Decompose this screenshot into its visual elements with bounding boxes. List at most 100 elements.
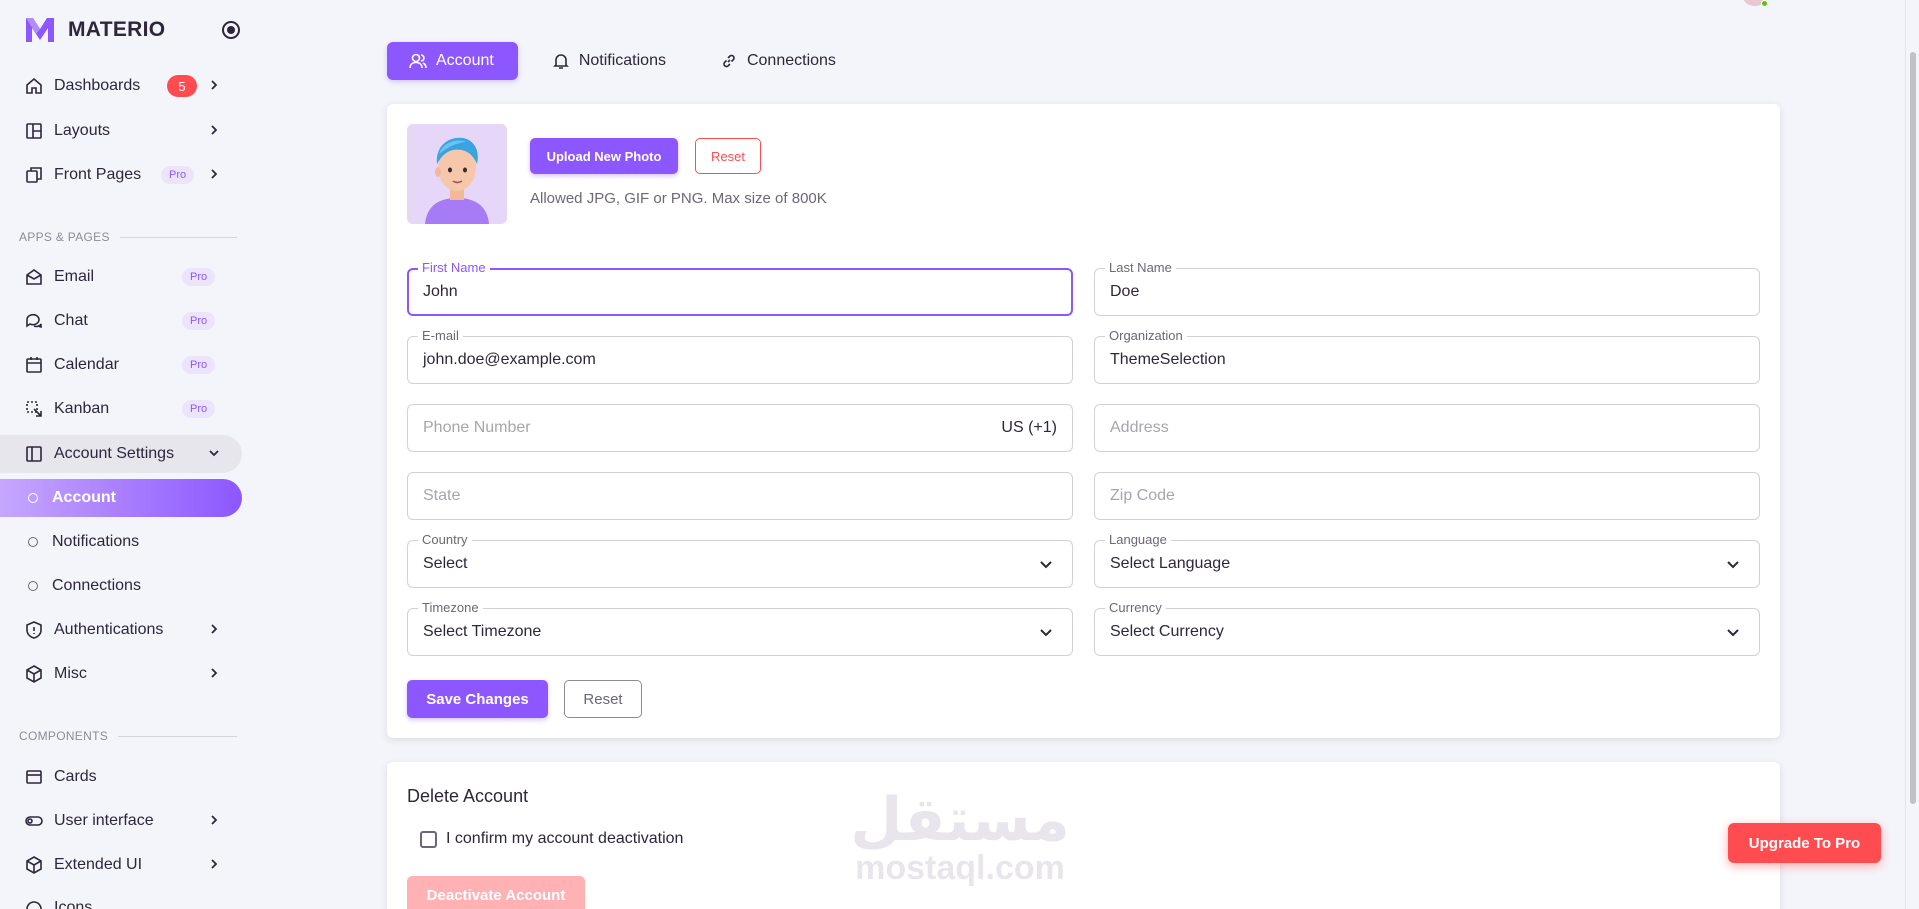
circle-icon xyxy=(28,537,38,547)
tab-account[interactable]: Account xyxy=(387,42,518,80)
email-field[interactable]: E-mail john.doe@example.com xyxy=(407,328,1073,384)
field-placeholder: State xyxy=(423,487,461,504)
materio-logo-icon xyxy=(26,18,54,42)
scrollbar-thumb[interactable] xyxy=(1910,52,1916,804)
sidebar-item-connections[interactable]: Connections xyxy=(0,567,242,605)
field-value: john.doe@example.com xyxy=(423,351,596,368)
field-label: Language xyxy=(1105,532,1171,548)
country-select[interactable]: Country Select xyxy=(407,532,1073,588)
upload-hint: Allowed JPG, GIF or PNG. Max size of 800… xyxy=(530,190,827,207)
sidebar-item-label: Cards xyxy=(54,768,97,785)
sidebar-item-label: Icons xyxy=(54,899,93,909)
circle-icon xyxy=(28,493,38,503)
sidebar-item-dashboards[interactable]: Dashboards 5 xyxy=(0,67,242,105)
home-icon xyxy=(24,76,44,96)
organization-field[interactable]: Organization ThemeSelection xyxy=(1094,328,1760,384)
tab-label: Account xyxy=(436,52,494,69)
select-value: Select Currency xyxy=(1110,623,1224,640)
page-scrollbar[interactable] xyxy=(1905,0,1919,909)
account-details-card: Upload New Photo Reset Allowed JPG, GIF … xyxy=(387,104,1780,738)
chat-icon xyxy=(24,311,44,331)
sidebar-item-extended-ui[interactable]: Extended UI xyxy=(0,846,242,884)
sidebar-item-label: Connections xyxy=(52,577,141,594)
sidebar-item-authentications[interactable]: Authentications xyxy=(0,611,242,649)
cube-icon xyxy=(24,664,44,684)
confirm-deactivation-label[interactable]: I confirm my account deactivation xyxy=(446,830,683,848)
tab-label: Notifications xyxy=(578,52,666,69)
sidebar-item-layouts[interactable]: Layouts xyxy=(0,112,242,150)
chevron-right-icon xyxy=(211,815,218,825)
notification-count-badge: 5 xyxy=(167,75,197,97)
reset-form-button[interactable]: Reset xyxy=(564,680,642,718)
field-label: E-mail xyxy=(418,328,463,344)
brand[interactable]: MATERIO xyxy=(24,14,242,46)
tab-label: Connections xyxy=(746,52,836,69)
circle-icon xyxy=(28,581,38,591)
chevron-down-icon xyxy=(209,450,219,457)
brand-name: MATERIO xyxy=(68,18,166,41)
chevron-right-icon xyxy=(211,125,218,135)
field-label: Currency xyxy=(1105,600,1166,616)
sidebar-item-kanban[interactable]: Kanban Pro xyxy=(0,390,242,428)
icons-icon xyxy=(24,899,44,909)
phone-number-field[interactable]: Phone Number US (+1) xyxy=(407,404,1073,452)
sidebar-item-calendar[interactable]: Calendar Pro xyxy=(0,346,242,384)
timezone-select[interactable]: Timezone Select Timezone xyxy=(407,600,1073,656)
currency-select[interactable]: Currency Select Currency xyxy=(1094,600,1760,656)
chevron-right-icon xyxy=(211,859,218,869)
sidebar-item-front-pages[interactable]: Front Pages Pro xyxy=(0,156,242,194)
tab-notifications[interactable]: Notifications xyxy=(530,42,686,80)
watermark-latin: mostaql.com xyxy=(855,849,1065,887)
field-label: Country xyxy=(418,532,472,548)
field-placeholder: Phone Number xyxy=(423,419,531,436)
sidebar-toggle-icon[interactable] xyxy=(222,21,240,39)
online-status-icon xyxy=(1761,0,1768,7)
upload-photo-button[interactable]: Upload New Photo xyxy=(530,138,678,174)
sidebar-item-notifications[interactable]: Notifications xyxy=(0,523,242,561)
sidebar: MATERIO Dashboards 5 Layouts Front Pages… xyxy=(0,0,242,909)
sidebar-item-misc[interactable]: Misc xyxy=(0,655,242,693)
sidebar-item-user-interface[interactable]: User interface xyxy=(0,802,242,840)
confirm-deactivation-checkbox[interactable] xyxy=(420,831,437,848)
upgrade-to-pro-button[interactable]: Upgrade To Pro xyxy=(1728,823,1881,863)
deactivate-account-button[interactable]: Deactivate Account xyxy=(407,876,585,909)
first-name-field[interactable]: First Name John xyxy=(407,260,1073,316)
chevron-down-icon xyxy=(1040,561,1052,569)
layout-sidebar-icon xyxy=(24,444,44,464)
account-tabs: Account Notifications Connections xyxy=(387,42,868,80)
chevron-right-icon xyxy=(211,80,218,90)
field-label: Last Name xyxy=(1105,260,1176,276)
field-value: Doe xyxy=(1110,283,1140,300)
save-changes-button[interactable]: Save Changes xyxy=(407,680,548,718)
field-placeholder: Zip Code xyxy=(1110,487,1175,504)
address-field[interactable]: Address xyxy=(1094,404,1760,452)
tab-connections[interactable]: Connections xyxy=(698,42,856,80)
language-select[interactable]: Language Select Language xyxy=(1094,532,1760,588)
sidebar-item-email[interactable]: Email Pro xyxy=(0,258,242,296)
state-field[interactable]: State xyxy=(407,472,1073,520)
chevron-right-icon xyxy=(211,668,218,678)
sidebar-item-chat[interactable]: Chat Pro xyxy=(0,302,242,340)
chevron-down-icon xyxy=(1727,561,1739,569)
zip-code-field[interactable]: Zip Code xyxy=(1094,472,1760,520)
chevron-down-icon xyxy=(1727,629,1739,637)
field-placeholder: Address xyxy=(1110,419,1169,436)
section-heading-apps: APPS & PAGES xyxy=(19,230,237,244)
reset-photo-button[interactable]: Reset xyxy=(695,138,761,174)
mostaql-watermark: مستقل mostaql.com xyxy=(840,790,1080,886)
sidebar-item-cards[interactable]: Cards xyxy=(0,758,242,796)
section-heading-components: COMPONENTS xyxy=(19,729,237,743)
user-avatar[interactable] xyxy=(1743,0,1768,7)
sidebar-item-icons[interactable]: Icons xyxy=(0,890,242,909)
select-value: Select xyxy=(423,555,468,572)
shield-icon xyxy=(24,620,44,640)
phone-country-code: US (+1) xyxy=(1001,419,1057,436)
sidebar-item-account[interactable]: Account xyxy=(0,479,242,517)
field-value: ThemeSelection xyxy=(1110,351,1226,368)
last-name-field[interactable]: Last Name Doe xyxy=(1094,260,1760,316)
user-icon xyxy=(409,53,427,69)
calendar-icon xyxy=(24,355,44,375)
pro-badge: Pro xyxy=(182,400,216,418)
chevron-right-icon xyxy=(211,624,218,634)
sidebar-item-account-settings[interactable]: Account Settings xyxy=(0,435,242,473)
